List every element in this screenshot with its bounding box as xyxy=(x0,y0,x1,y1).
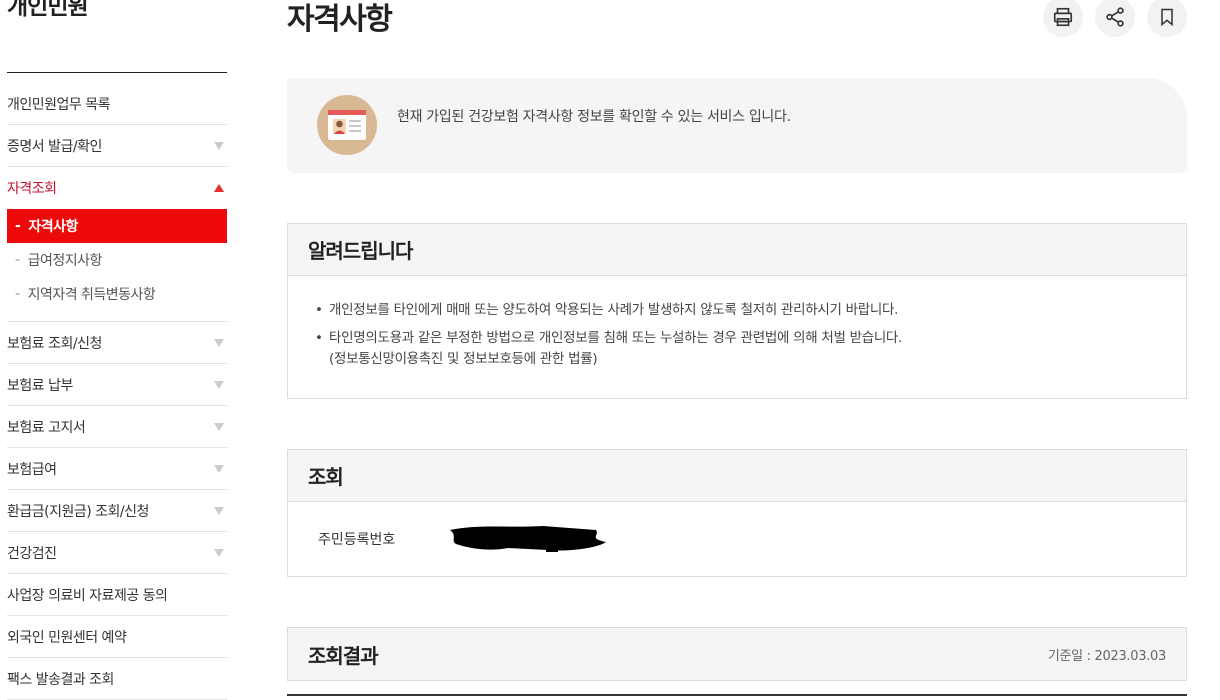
query-panel: 조회 주민등록번호 xyxy=(287,449,1187,577)
sidebar-item-label: 외국인 민원센터 예약 xyxy=(7,629,127,646)
print-icon xyxy=(1053,7,1073,27)
sidebar-item-health-checkup[interactable]: 건강검진 xyxy=(7,532,227,574)
notice-item: 개인정보를 타인에게 매매 또는 양도하여 악용되는 사례가 발생하지 않도록 … xyxy=(315,300,1186,321)
sidebar: 개인민원 xyxy=(7,0,227,24)
sidebar-submenu: - 자격사항 - 급여정지사항 - 지역자격 취득변동사항 xyxy=(7,209,227,322)
sidebar-item-label: 팩스 발송결과 조회 xyxy=(7,671,114,688)
sidebar-item-label: 증명서 발급/확인 xyxy=(7,138,102,155)
sidebar-divider xyxy=(7,72,227,73)
intro-description: 현재 가입된 건강보험 자격사항 정보를 확인할 수 있는 서비스 입니다. xyxy=(397,109,791,125)
sidebar-title: 개인민원 xyxy=(7,0,89,20)
sidebar-item-medical-consent[interactable]: 사업장 의료비 자료제공 동의 xyxy=(7,574,227,616)
share-button[interactable] xyxy=(1095,0,1135,37)
share-icon xyxy=(1106,7,1124,27)
sidebar-subitem-label: 급여정지사항 xyxy=(27,253,103,269)
notice-item: 타인명의도용과 같은 부정한 방법으로 개인정보를 침해 또는 누설하는 경우 … xyxy=(315,328,1186,370)
sidebar-subitem-label: 지역자격 취득변동사항 xyxy=(27,287,156,303)
sidebar-item-label: 보험료 조회/신청 xyxy=(7,335,102,352)
query-header: 조회 xyxy=(288,450,1186,502)
sidebar-item-premium-query[interactable]: 보험료 조회/신청 xyxy=(7,322,227,364)
chevron-down-icon xyxy=(214,422,224,431)
sidebar-item-label: 보험료 고지서 xyxy=(7,419,86,436)
bookmark-button[interactable] xyxy=(1147,0,1187,37)
sidebar-subitem-benefit-suspension[interactable]: - 급여정지사항 xyxy=(7,243,227,277)
query-title: 조회 xyxy=(308,465,344,489)
bookmark-icon xyxy=(1161,8,1173,27)
result-panel: 조회결과 기준일 : 2023.03.03 xyxy=(287,627,1187,681)
rrn-row: 주민등록번호 xyxy=(288,502,1186,576)
sidebar-item-label: 환급금(지원금) 조회/신청 xyxy=(7,503,149,520)
chevron-down-icon xyxy=(214,464,224,473)
notice-panel: 알려드립니다 개인정보를 타인에게 매매 또는 양도하여 악용되는 사례가 발생… xyxy=(287,223,1187,399)
rrn-label: 주민등록번호 xyxy=(318,532,396,548)
base-date: 기준일 : 2023.03.03 xyxy=(1047,648,1166,664)
sidebar-item-premium-notice[interactable]: 보험료 고지서 xyxy=(7,406,227,448)
sidebar-subitem-label: 자격사항 xyxy=(28,219,78,235)
chevron-down-icon xyxy=(214,338,224,347)
sidebar-item-civil-list[interactable]: 개인민원업무 목록 xyxy=(7,83,227,125)
notice-header: 알려드립니다 xyxy=(288,224,1186,276)
sidebar-item-foreigner-reservation[interactable]: 외국인 민원센터 예약 xyxy=(7,616,227,658)
sidebar-subitem-regional-change[interactable]: - 지역자격 취득변동사항 xyxy=(7,277,227,311)
chevron-down-icon xyxy=(214,141,224,150)
sidebar-menu: 개인민원업무 목록 증명서 발급/확인 자격조회 - 자격사항 - 급여정지사항… xyxy=(7,83,227,700)
sidebar-item-fax-result[interactable]: 팩스 발송결과 조회 xyxy=(7,658,227,700)
chevron-down-icon xyxy=(214,548,224,557)
sidebar-item-label: 보험료 납부 xyxy=(7,377,73,394)
result-header: 조회결과 기준일 : 2023.03.03 xyxy=(288,628,1186,680)
sidebar-item-label: 자격조회 xyxy=(7,181,57,197)
sidebar-item-refund[interactable]: 환급금(지원금) 조회/신청 xyxy=(7,490,227,532)
notice-title: 알려드립니다 xyxy=(308,239,413,263)
sidebar-item-label: 건강검진 xyxy=(7,545,57,562)
notice-item-subnote: (정보통신망이용촉진 및 정보보호등에 관한 법률) xyxy=(329,351,598,367)
service-intro-banner: 현재 가입된 건강보험 자격사항 정보를 확인할 수 있는 서비스 입니다. xyxy=(287,78,1187,173)
sidebar-item-insurance-benefit[interactable]: 보험급여 xyxy=(7,448,227,490)
sidebar-item-label: 개인민원업무 목록 xyxy=(7,96,111,113)
sidebar-item-premium-payment[interactable]: 보험료 납부 xyxy=(7,364,227,406)
id-card-icon xyxy=(317,95,377,155)
sidebar-subitem-qualification[interactable]: - 자격사항 xyxy=(7,209,227,243)
print-button[interactable] xyxy=(1043,0,1083,37)
redacted-value xyxy=(450,526,606,552)
chevron-down-icon xyxy=(214,380,224,389)
result-table-top-border xyxy=(287,694,1187,696)
sidebar-item-label: 보험급여 xyxy=(7,461,57,478)
chevron-up-icon xyxy=(214,184,224,192)
sidebar-item-certificate[interactable]: 증명서 발급/확인 xyxy=(7,125,227,167)
chevron-down-icon xyxy=(214,506,224,515)
notice-list: 개인정보를 타인에게 매매 또는 양도하여 악용되는 사례가 발생하지 않도록 … xyxy=(288,276,1186,370)
result-title: 조회결과 xyxy=(308,643,379,668)
page-title: 자격사항 xyxy=(287,2,393,37)
sidebar-item-label: 사업장 의료비 자료제공 동의 xyxy=(7,587,168,604)
sidebar-item-qualification-query[interactable]: 자격조회 xyxy=(7,167,227,209)
